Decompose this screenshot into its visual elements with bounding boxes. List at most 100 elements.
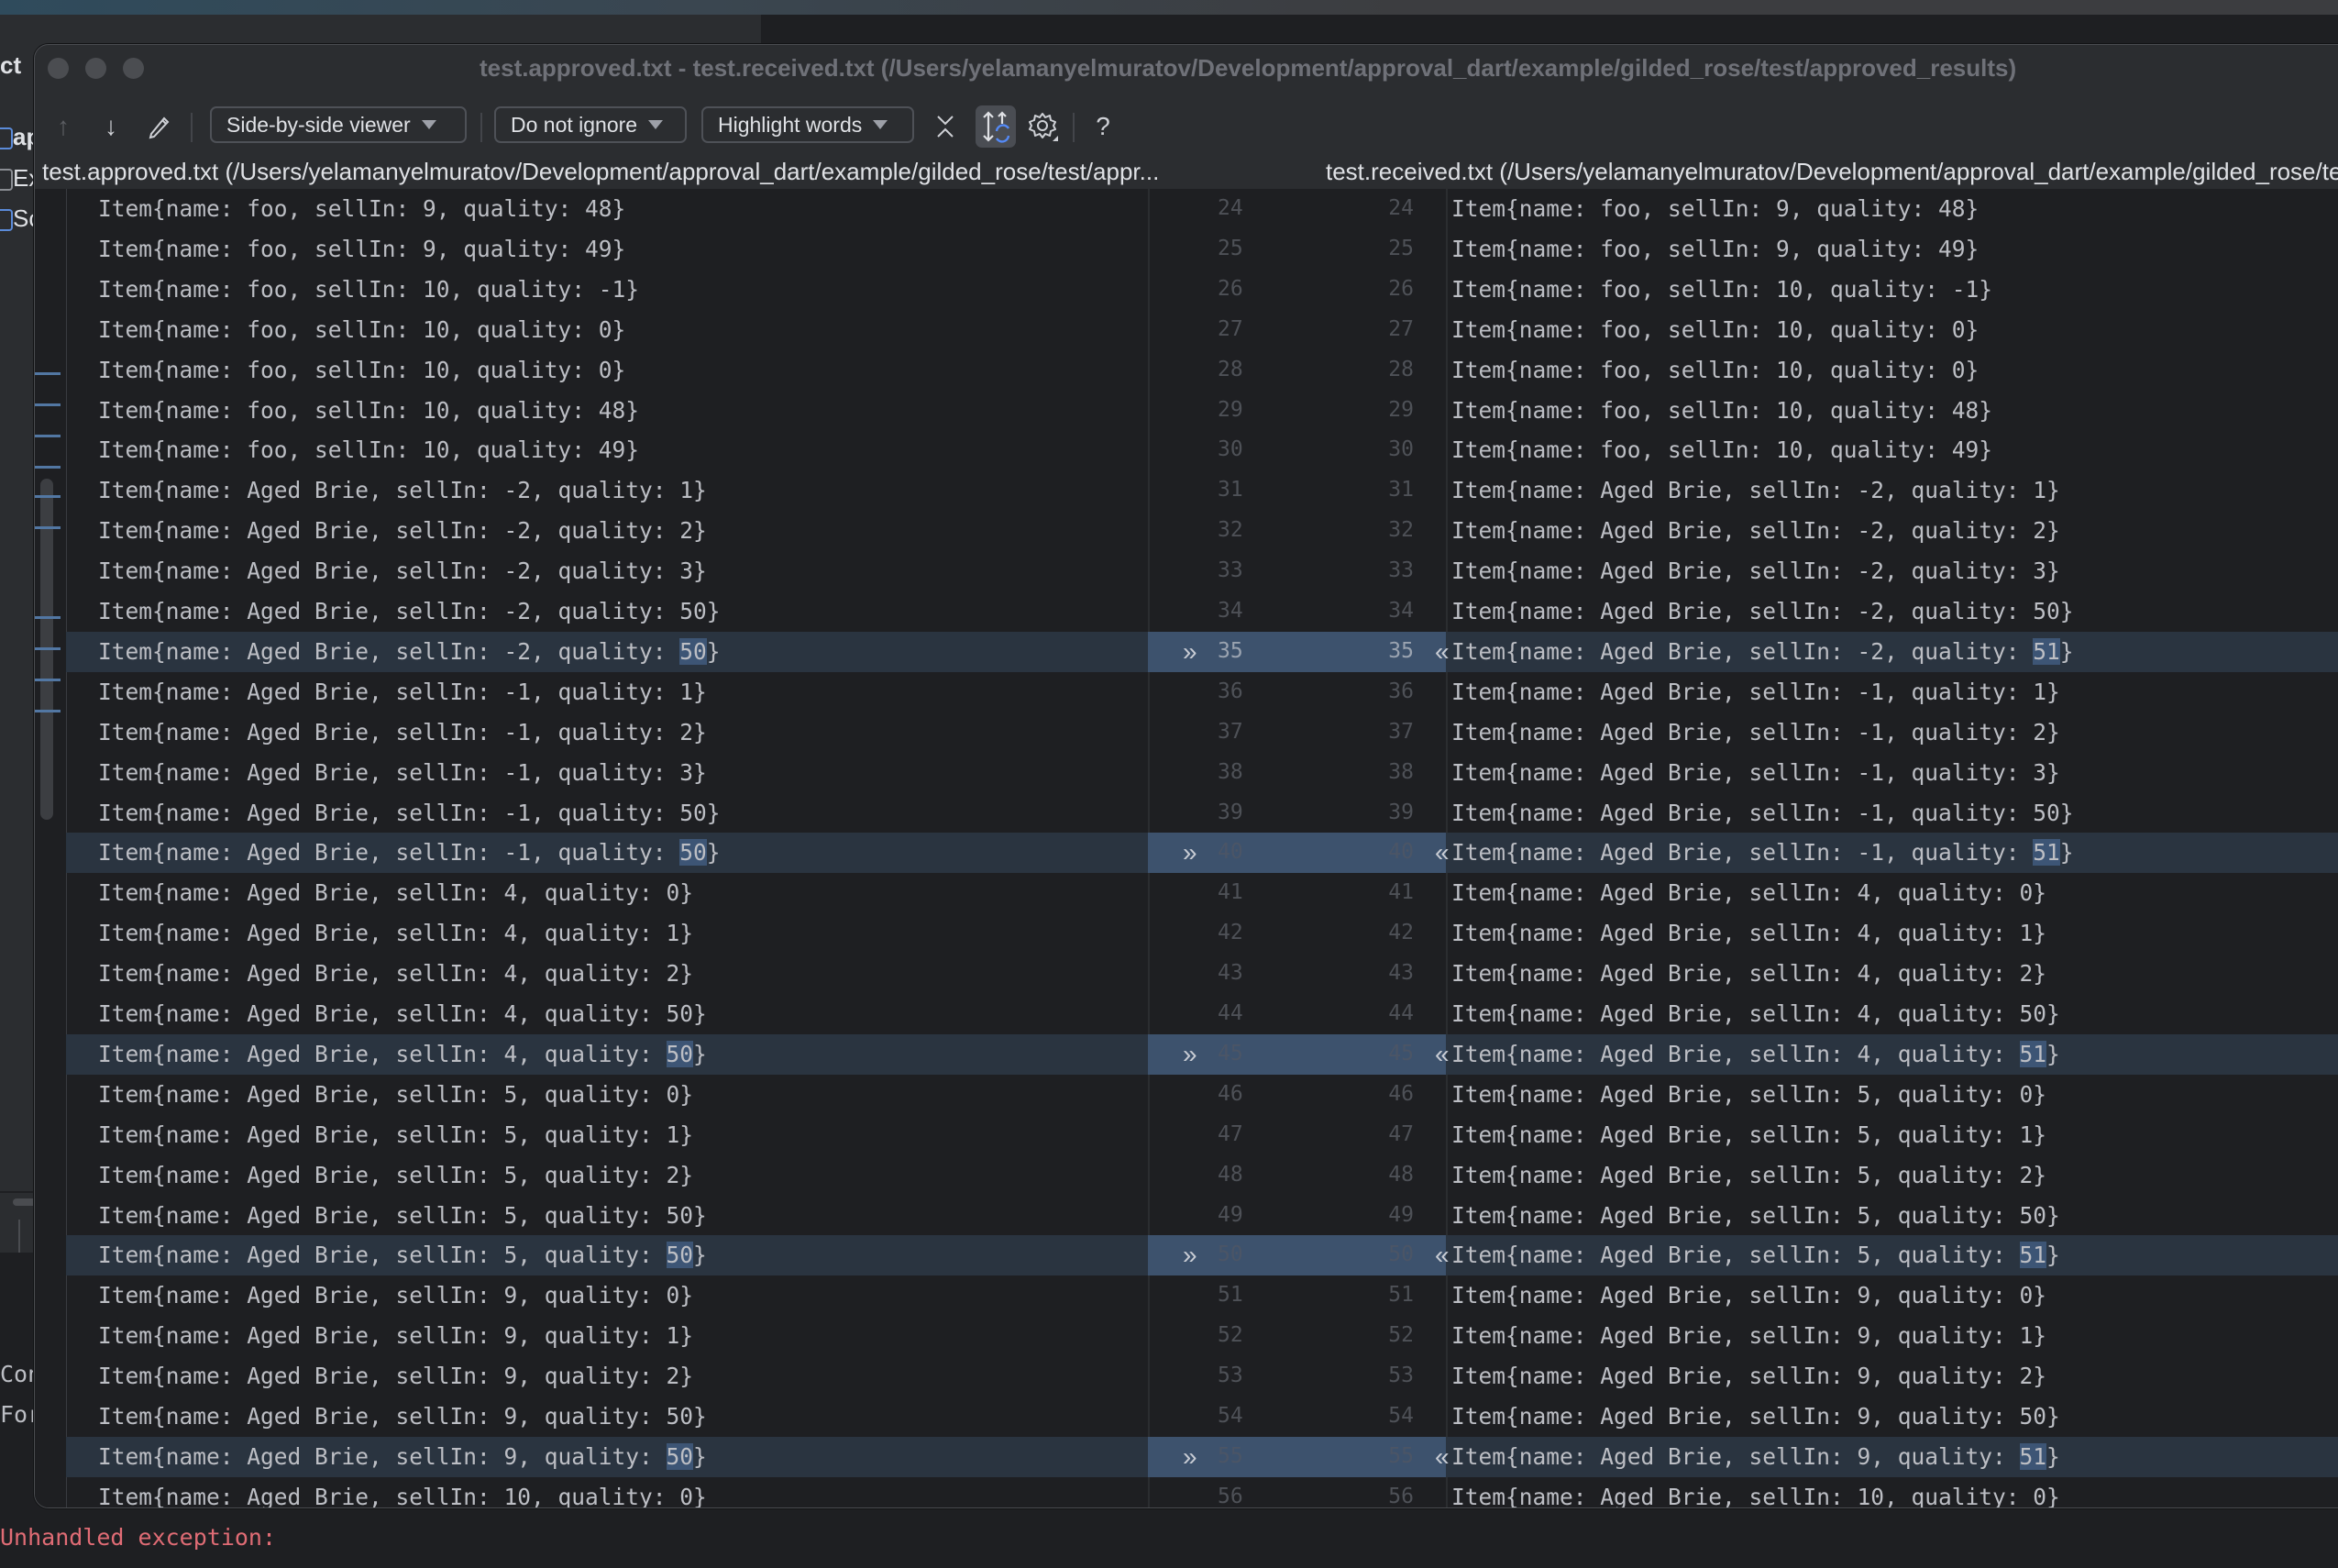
diff-row[interactable]: Item{name: Aged Brie, sellIn: 5, quality… [66,1075,2338,1115]
diff-row[interactable]: Item{name: Aged Brie, sellIn: -2, qualit… [66,470,2338,511]
right-line-text[interactable]: Item{name: Aged Brie, sellIn: 9, quality… [1451,1316,2046,1356]
left-line-text[interactable]: Item{name: Aged Brie, sellIn: -2, qualit… [98,591,721,632]
change-marker[interactable] [35,710,61,712]
right-line-text[interactable]: Item{name: Aged Brie, sellIn: -1, qualit… [1451,793,2074,834]
diff-row[interactable]: Item{name: Aged Brie, sellIn: -1, qualit… [66,793,2338,834]
right-line-text[interactable]: Item{name: foo, sellIn: 9, quality: 48} [1451,189,1979,229]
diff-row[interactable]: Item{name: Aged Brie, sellIn: 5, quality… [66,1196,2338,1236]
diff-row[interactable]: Item{name: Aged Brie, sellIn: -2, qualit… [66,551,2338,591]
left-line-text[interactable]: Item{name: Aged Brie, sellIn: -1, qualit… [98,753,707,793]
diff-row[interactable]: Item{name: foo, sellIn: 10, quality: -1}… [66,270,2338,310]
diff-row[interactable]: Item{name: Aged Brie, sellIn: 4, quality… [66,994,2338,1034]
previous-difference-button[interactable]: ↑ [48,104,79,149]
change-marker[interactable] [35,616,61,619]
right-line-text[interactable]: Item{name: foo, sellIn: 10, quality: 48} [1451,391,1992,431]
left-line-text[interactable]: Item{name: Aged Brie, sellIn: 5, quality… [98,1196,707,1236]
right-line-text[interactable]: Item{name: Aged Brie, sellIn: -2, qualit… [1451,551,2060,591]
change-marker[interactable] [35,466,61,469]
right-line-text[interactable]: Item{name: Aged Brie, sellIn: -2, qualit… [1451,591,2074,632]
right-line-text[interactable]: Item{name: Aged Brie, sellIn: 4, quality… [1451,954,2046,994]
left-line-text[interactable]: Item{name: Aged Brie, sellIn: -2, qualit… [98,551,707,591]
diff-row[interactable]: Item{name: Aged Brie, sellIn: 9, quality… [66,1275,2338,1316]
left-line-text[interactable]: Item{name: Aged Brie, sellIn: -1, qualit… [98,712,707,753]
diff-row[interactable]: Item{name: foo, sellIn: 9, quality: 49} I… [66,229,2338,270]
highlight-mode-dropdown[interactable]: Highlight words [701,106,914,143]
right-line-text[interactable]: Item{name: Aged Brie, sellIn: 5, quality… [1451,1235,2060,1275]
left-line-text[interactable]: Item{name: foo, sellIn: 10, quality: 49} [98,430,639,470]
left-line-text[interactable]: Item{name: Aged Brie, sellIn: -1, qualit… [98,672,707,712]
edit-source-button[interactable] [143,104,174,149]
diff-row[interactable]: Item{name: Aged Brie, sellIn: 5, quality… [66,1155,2338,1196]
right-line-text[interactable]: Item{name: Aged Brie, sellIn: 5, quality… [1451,1155,2046,1196]
minimize-window-button[interactable] [85,58,106,79]
left-line-text[interactable]: Item{name: Aged Brie, sellIn: 4, quality… [98,954,693,994]
diff-row[interactable]: Item{name: foo, sellIn: 10, quality: 0} I… [66,310,2338,350]
right-line-text[interactable]: Item{name: Aged Brie, sellIn: 5, quality… [1451,1115,2046,1155]
left-line-text[interactable]: Item{name: foo, sellIn: 10, quality: -1} [98,270,639,310]
diff-row[interactable]: Item{name: foo, sellIn: 9, quality: 48} I… [66,189,2338,229]
left-line-text[interactable]: Item{name: Aged Brie, sellIn: 5, quality… [98,1075,693,1115]
right-line-text[interactable]: Item{name: Aged Brie, sellIn: 5, quality… [1451,1196,2060,1236]
left-line-text[interactable]: Item{name: Aged Brie, sellIn: 5, quality… [98,1155,693,1196]
right-line-text[interactable]: Item{name: foo, sellIn: 10, quality: 49} [1451,430,1992,470]
diff-row[interactable]: Item{name: foo, sellIn: 10, quality: 48}… [66,391,2338,431]
diff-row-changed[interactable]: Item{name: Aged Brie, sellIn: 9, quality… [66,1436,2338,1477]
diff-row-changed[interactable]: Item{name: Aged Brie, sellIn: -1, qualit… [66,833,2338,874]
accept-right-change-icon[interactable]: « [1435,1437,1450,1477]
diff-row[interactable]: Item{name: Aged Brie, sellIn: -2, qualit… [66,511,2338,551]
right-line-text[interactable]: Item{name: Aged Brie, sellIn: 4, quality… [1451,913,2046,954]
left-line-text[interactable]: Item{name: Aged Brie, sellIn: -2, qualit… [98,632,721,672]
left-line-text[interactable]: Item{name: Aged Brie, sellIn: -1, qualit… [98,833,721,873]
accept-right-change-icon[interactable]: « [1435,833,1450,873]
right-line-text[interactable]: Item{name: Aged Brie, sellIn: -2, qualit… [1451,632,2074,672]
accept-right-change-icon[interactable]: « [1435,1235,1450,1275]
right-line-text[interactable]: Item{name: Aged Brie, sellIn: 10, qualit… [1451,1477,2060,1507]
left-line-text[interactable]: Item{name: foo, sellIn: 9, quality: 48} [98,189,625,229]
left-line-text[interactable]: Item{name: Aged Brie, sellIn: 5, quality… [98,1115,693,1155]
left-line-text[interactable]: Item{name: Aged Brie, sellIn: 5, quality… [98,1235,707,1275]
collapse-unchanged-button[interactable] [930,104,961,149]
diff-row-changed[interactable]: Item{name: Aged Brie, sellIn: 5, quality… [66,1235,2338,1276]
diff-row[interactable]: Item{name: Aged Brie, sellIn: -2, qualit… [66,591,2338,632]
left-line-text[interactable]: Item{name: Aged Brie, sellIn: 9, quality… [98,1356,693,1397]
left-line-text[interactable]: Item{name: Aged Brie, sellIn: -2, qualit… [98,511,707,551]
change-marker[interactable] [35,435,61,437]
help-button[interactable]: ? [1087,104,1119,149]
change-marker[interactable] [35,647,61,650]
diff-row[interactable]: Item{name: Aged Brie, sellIn: 4, quality… [66,913,2338,954]
right-line-text[interactable]: Item{name: foo, sellIn: 10, quality: 0} [1451,350,1979,391]
right-line-text[interactable]: Item{name: Aged Brie, sellIn: 9, quality… [1451,1275,2046,1316]
left-line-text[interactable]: Item{name: Aged Brie, sellIn: 9, quality… [98,1275,693,1316]
left-line-text[interactable]: Item{name: Aged Brie, sellIn: -1, qualit… [98,793,721,834]
left-line-text[interactable]: Item{name: Aged Brie, sellIn: -2, qualit… [98,470,707,511]
left-line-text[interactable]: Item{name: foo, sellIn: 9, quality: 49} [98,229,625,270]
left-line-text[interactable]: Item{name: Aged Brie, sellIn: 9, quality… [98,1437,707,1477]
left-line-text[interactable]: Item{name: Aged Brie, sellIn: 4, quality… [98,994,707,1034]
change-marker[interactable] [35,372,61,375]
left-line-text[interactable]: Item{name: Aged Brie, sellIn: 9, quality… [98,1316,693,1356]
maximize-window-button[interactable] [123,58,144,79]
diff-row[interactable]: Item{name: Aged Brie, sellIn: 5, quality… [66,1115,2338,1155]
accept-right-change-icon[interactable]: « [1435,632,1450,672]
left-line-text[interactable]: Item{name: foo, sellIn: 10, quality: 0} [98,350,625,391]
diff-row[interactable]: Item{name: Aged Brie, sellIn: 9, quality… [66,1397,2338,1437]
right-line-text[interactable]: Item{name: foo, sellIn: 10, quality: 0} [1451,310,1979,350]
right-line-text[interactable]: Item{name: foo, sellIn: 10, quality: -1} [1451,270,1992,310]
right-line-text[interactable]: Item{name: Aged Brie, sellIn: 5, quality… [1451,1075,2046,1115]
close-window-button[interactable] [48,58,69,79]
right-line-text[interactable]: Item{name: Aged Brie, sellIn: 4, quality… [1451,1034,2060,1075]
right-line-text[interactable]: Item{name: foo, sellIn: 9, quality: 49} [1451,229,1979,270]
right-line-text[interactable]: Item{name: Aged Brie, sellIn: -1, qualit… [1451,833,2074,873]
right-line-text[interactable]: Item{name: Aged Brie, sellIn: 4, quality… [1451,873,2046,913]
diff-row-changed[interactable]: Item{name: Aged Brie, sellIn: -2, qualit… [66,631,2338,672]
change-marker[interactable] [35,679,61,681]
diff-editor[interactable]: Item{name: foo, sellIn: 9, quality: 48} I… [35,189,2338,1507]
diff-row[interactable]: Item{name: Aged Brie, sellIn: -1, qualit… [66,712,2338,753]
left-line-text[interactable]: Item{name: Aged Brie, sellIn: 4, quality… [98,873,693,913]
left-line-text[interactable]: Item{name: Aged Brie, sellIn: 4, quality… [98,913,693,954]
diff-row[interactable]: Item{name: Aged Brie, sellIn: 9, quality… [66,1356,2338,1397]
left-line-text[interactable]: Item{name: Aged Brie, sellIn: 4, quality… [98,1034,707,1075]
diff-row[interactable]: Item{name: foo, sellIn: 10, quality: 0} I… [66,350,2338,391]
diff-row-changed[interactable]: Item{name: Aged Brie, sellIn: 4, quality… [66,1033,2338,1075]
diff-row[interactable]: Item{name: foo, sellIn: 10, quality: 49}… [66,430,2338,470]
